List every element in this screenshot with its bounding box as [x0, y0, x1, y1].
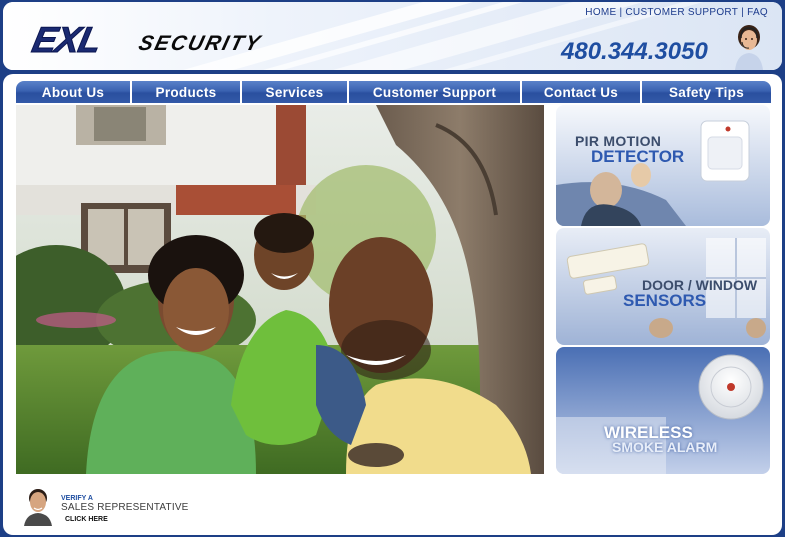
nav-customer-support[interactable]: Customer Support [349, 81, 522, 103]
promo-door-window-line2: SENSORS [623, 291, 707, 310]
sales-rep-photo [22, 486, 54, 526]
nav-services[interactable]: Services [242, 81, 349, 103]
hero-family-photo [16, 105, 544, 474]
verify-sales-rep-link[interactable]: VERIFY A SALES REPRESENTATIVE CLICK HERE [22, 486, 202, 528]
nav-safety-tips[interactable]: Safety Tips [642, 81, 771, 103]
logo-security-text: SECURITY [136, 32, 265, 55]
top-link-customer-support[interactable]: CUSTOMER SUPPORT [625, 7, 738, 18]
top-links: HOME | CUSTOMER SUPPORT | FAQ [585, 7, 768, 18]
promo-smoke-line2: SMOKE ALARM [612, 439, 718, 455]
promo-door-window-sensors[interactable]: DOOR / WINDOW SENSORS [556, 228, 770, 345]
nav-products[interactable]: Products [132, 81, 242, 103]
hero-illustration [16, 105, 544, 474]
logo-exl-text: EXL [28, 19, 105, 61]
top-link-home[interactable]: HOME [585, 7, 616, 18]
main-nav: About Us Products Services Customer Supp… [16, 81, 771, 103]
nav-about-us[interactable]: About Us [16, 81, 132, 103]
promo-pir-line2: DETECTOR [591, 147, 685, 166]
sales-rep-click-here[interactable]: CLICK HERE [65, 516, 108, 523]
promo-pir-motion-detector[interactable]: PIR MOTION DETECTOR [556, 105, 770, 226]
nav-contact-us[interactable]: Contact Us [522, 81, 642, 103]
exl-security-logo[interactable]: EXL SECURITY [28, 19, 293, 61]
sales-rep-verify-text: VERIFY A [61, 495, 93, 502]
phone-number: 480.344.3050 [561, 38, 708, 65]
sales-rep-title: SALES REPRESENTATIVE [61, 502, 189, 513]
site-header: EXL SECURITY HOME | CUSTOMER SUPPORT | FAQ 4… [3, 2, 782, 70]
top-link-separator: | [741, 7, 745, 18]
support-operator-photo [735, 25, 763, 70]
top-link-faq[interactable]: FAQ [747, 7, 768, 18]
promo-wireless-smoke-alarm[interactable]: WIRELESS SMOKE ALARM [556, 347, 770, 474]
